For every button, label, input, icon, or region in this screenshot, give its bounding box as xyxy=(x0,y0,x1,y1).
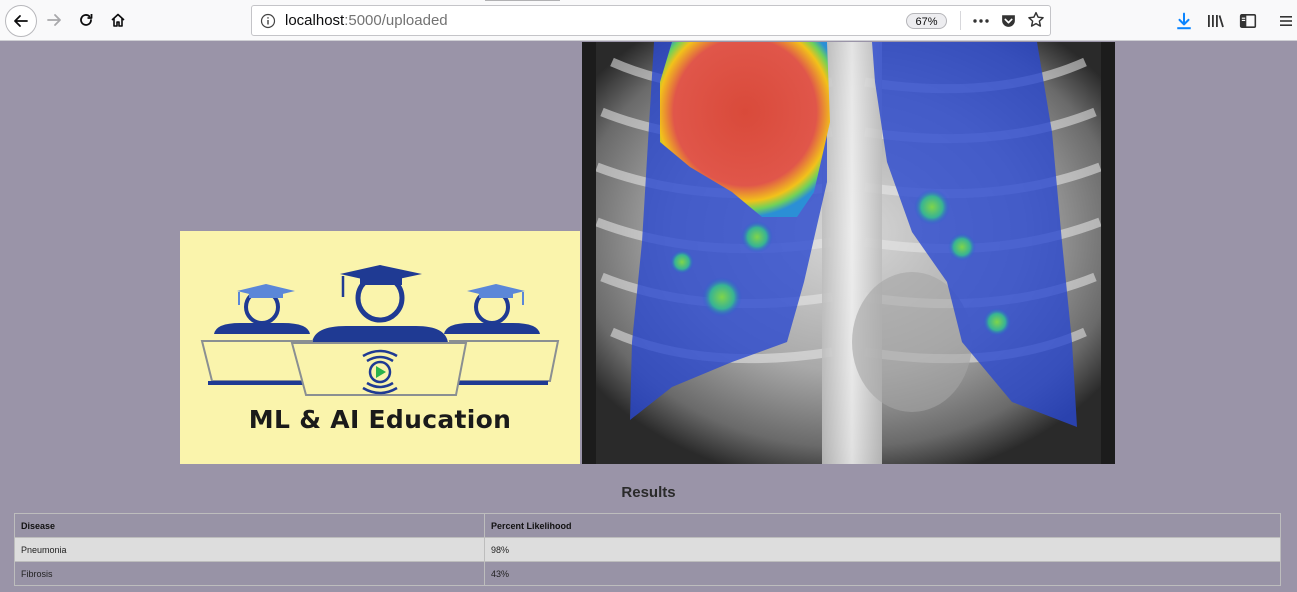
chest-xray-heatmap-image xyxy=(582,42,1115,464)
back-arrow-icon xyxy=(14,15,28,27)
url-text[interactable]: localhost:5000/uploaded xyxy=(285,12,448,29)
disease-cell: Pneumonia xyxy=(14,537,485,562)
students-with-laptops-illustration xyxy=(200,265,560,396)
site-info-icon[interactable] xyxy=(260,13,276,29)
table-row: Pneumonia 98% xyxy=(14,537,1281,562)
table-row: Fibrosis 43% xyxy=(14,561,1281,586)
results-table: Disease Percent Likelihood Pneumonia 98%… xyxy=(14,513,1281,586)
bookmark-star-icon[interactable] xyxy=(1027,11,1045,29)
forward-button[interactable] xyxy=(39,5,69,35)
zoom-level-badge[interactable]: 67% xyxy=(906,13,947,29)
chest-xray-graphic xyxy=(582,42,1115,464)
address-bar[interactable]: localhost:5000/uploaded 67% xyxy=(251,5,1051,36)
reload-button[interactable] xyxy=(71,5,101,35)
reload-icon xyxy=(80,14,93,26)
url-host: localhost xyxy=(285,12,345,29)
forward-arrow-icon xyxy=(47,14,61,26)
column-header-percent-likelihood: Percent Likelihood xyxy=(484,513,1281,538)
column-header-disease: Disease xyxy=(14,513,485,538)
tab-indicator xyxy=(485,0,560,1)
menu-icon[interactable] xyxy=(1278,12,1294,30)
home-icon xyxy=(111,13,125,27)
sidebar-icon[interactable] xyxy=(1239,12,1257,30)
ml-ai-education-logo: ML & AI Education xyxy=(180,231,580,464)
url-path: :5000/uploaded xyxy=(344,12,448,29)
downloads-icon[interactable] xyxy=(1175,12,1193,30)
back-button[interactable] xyxy=(5,5,37,37)
results-heading: Results xyxy=(621,484,676,501)
disease-cell: Fibrosis xyxy=(14,561,485,586)
page-actions-icon[interactable] xyxy=(972,13,990,29)
library-icon[interactable] xyxy=(1207,12,1225,30)
table-header-row: Disease Percent Likelihood xyxy=(14,513,1281,538)
home-button[interactable] xyxy=(103,5,133,35)
pocket-icon[interactable] xyxy=(1000,12,1017,29)
likelihood-cell: 98% xyxy=(484,537,1281,562)
urlbar-separator xyxy=(960,11,961,30)
logo-caption: ML & AI Education xyxy=(248,405,512,434)
likelihood-cell: 43% xyxy=(484,561,1281,586)
browser-toolbar: localhost:5000/uploaded 67% xyxy=(0,0,1297,41)
